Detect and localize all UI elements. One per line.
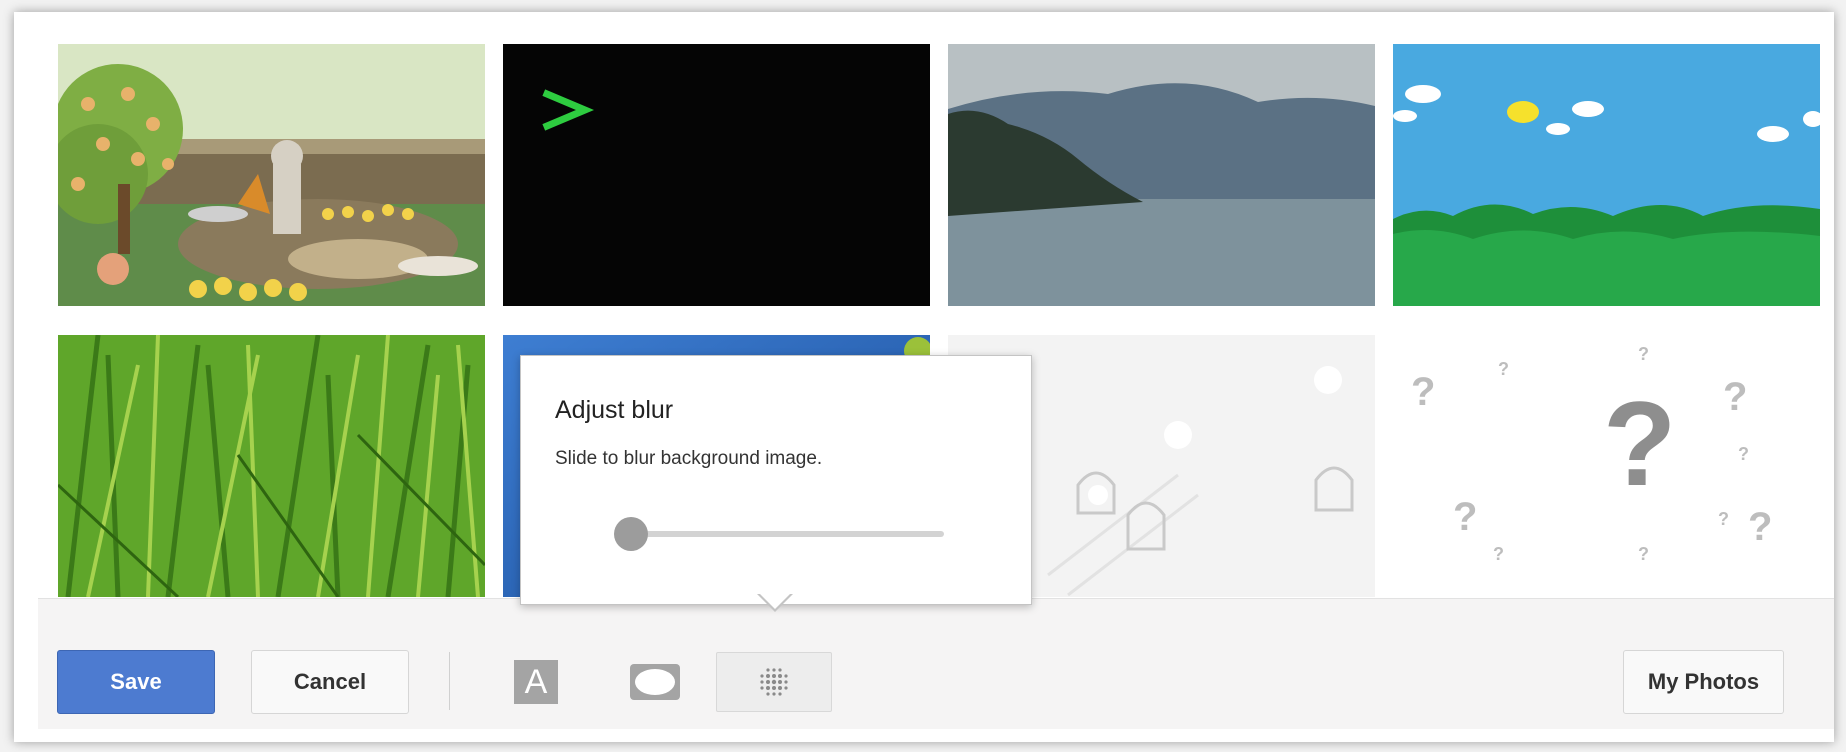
blur-slider-thumb[interactable] xyxy=(614,517,648,551)
shape-tool[interactable] xyxy=(624,656,686,708)
blur-tool[interactable] xyxy=(716,652,832,712)
blur-slider-track[interactable] xyxy=(616,531,944,537)
background-thumbnail-garden[interactable] xyxy=(58,44,485,306)
save-button[interactable]: Save xyxy=(57,650,215,714)
svg-text:?: ? xyxy=(1638,544,1649,564)
lake-image xyxy=(948,44,1375,306)
svg-text:?: ? xyxy=(1498,359,1509,379)
question-marks-image: ? ? ? ? ? ? ? ? ? ? ? xyxy=(1393,335,1820,597)
svg-text:?: ? xyxy=(1453,495,1477,539)
popup-title: Adjust blur xyxy=(555,396,674,424)
background-thumbnail-question-marks[interactable]: ? ? ? ? ? ? ? ? ? ? ? xyxy=(1393,335,1820,597)
text-style-tool[interactable]: A xyxy=(508,656,564,708)
background-thumbnail-grass[interactable] xyxy=(58,335,485,597)
background-thumbnail-lake[interactable] xyxy=(948,44,1375,306)
my-photos-button[interactable]: My Photos xyxy=(1623,650,1784,714)
svg-text:?: ? xyxy=(1748,505,1772,549)
terminal-image xyxy=(503,44,930,306)
svg-text:?: ? xyxy=(1638,344,1649,364)
adjust-blur-popup: Adjust blur Slide to blur background ima… xyxy=(520,355,1032,605)
svg-text:?: ? xyxy=(1493,544,1504,564)
svg-text:?: ? xyxy=(1411,370,1435,414)
cancel-button[interactable]: Cancel xyxy=(251,650,409,714)
svg-text:?: ? xyxy=(1738,444,1749,464)
popup-description: Slide to blur background image. xyxy=(555,448,823,469)
svg-text:?: ? xyxy=(1718,509,1729,529)
popup-caret-fill xyxy=(759,593,791,609)
garden-image xyxy=(58,44,485,306)
text-style-icon: A xyxy=(514,660,558,704)
blur-dots-icon xyxy=(760,668,788,696)
background-thumbnail-terminal[interactable] xyxy=(503,44,930,306)
rounded-rect-icon xyxy=(630,664,680,700)
background-thumbnail-pixel-sky[interactable] xyxy=(1393,44,1820,306)
question-glyph: ? xyxy=(1603,377,1676,511)
toolbar-divider xyxy=(449,652,450,710)
svg-text:?: ? xyxy=(1723,375,1747,419)
pixel-sky-image xyxy=(1393,44,1820,306)
grass-image xyxy=(58,335,485,597)
